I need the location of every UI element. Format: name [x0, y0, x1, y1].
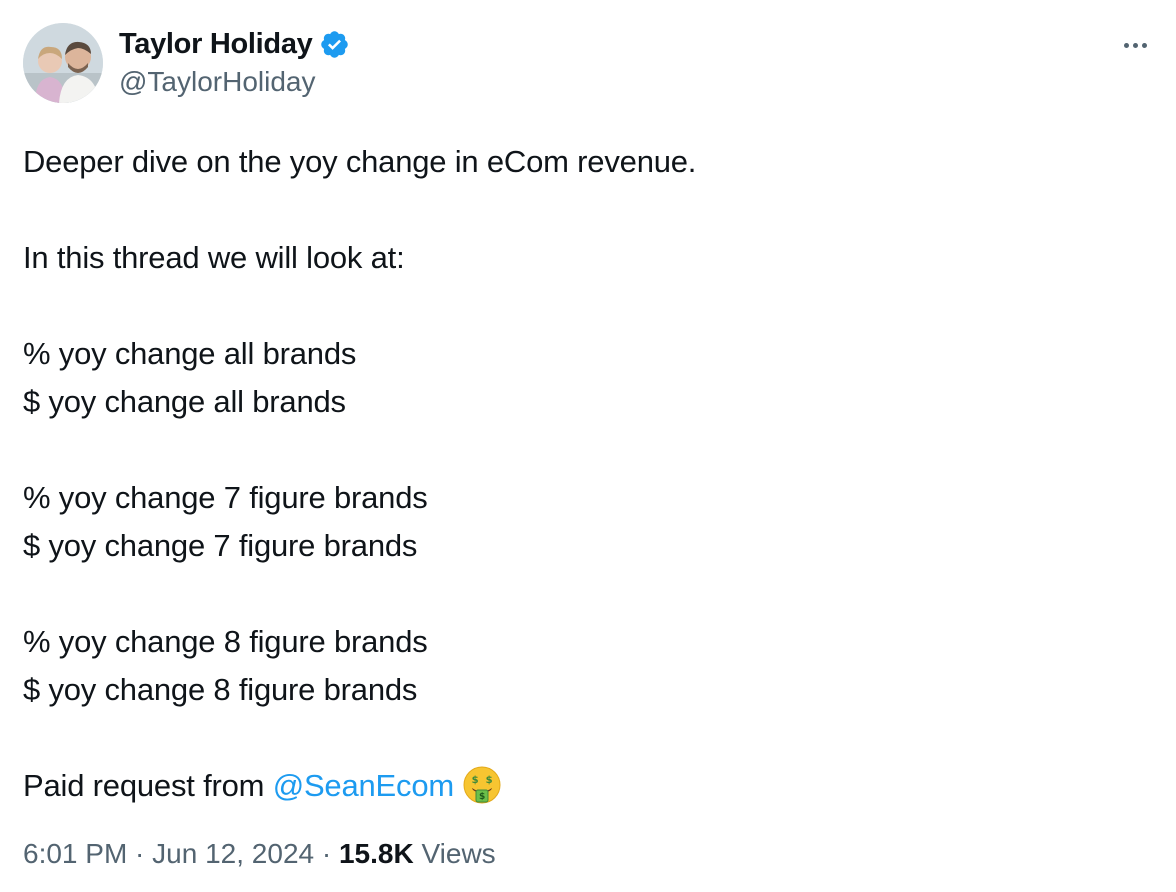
money-mouth-face-icon: $ $ $: [462, 765, 502, 805]
svg-text:$: $: [486, 775, 493, 786]
tweet-line: % yoy change 7 figure brands: [23, 480, 428, 515]
dot-icon: [1132, 42, 1138, 48]
tweet-meta: 6:01 PM · Jun 12, 2024 · 15.8K Views: [23, 838, 496, 870]
tweet-line: In this thread we will look at:: [23, 240, 405, 275]
views-label: Views: [413, 838, 496, 869]
tweet-text: Deeper dive on the yoy change in eCom re…: [23, 138, 1143, 810]
svg-text:$: $: [479, 792, 485, 802]
views-count[interactable]: 15.8K: [339, 838, 414, 869]
verified-badge-icon[interactable]: [319, 29, 350, 60]
author-avatar[interactable]: [23, 23, 103, 103]
tweet-line: $ yoy change 8 figure brands: [23, 672, 418, 707]
author-display-name[interactable]: Taylor Holiday: [119, 28, 313, 61]
tweet-line: Deeper dive on the yoy change in eCom re…: [23, 144, 697, 179]
request-prefix: Paid request from: [23, 768, 273, 803]
author-handle[interactable]: @TaylorHoliday: [119, 66, 316, 98]
tweet-card: Taylor Holiday @TaylorHoliday Deeper div…: [0, 0, 1176, 892]
tweet-date[interactable]: Jun 12, 2024: [152, 838, 314, 869]
meta-separator: ·: [314, 838, 339, 869]
tweet-line: $ yoy change 7 figure brands: [23, 528, 418, 563]
more-options-icon[interactable]: [1115, 38, 1155, 52]
tweet-line: % yoy change 8 figure brands: [23, 624, 428, 659]
dot-icon: [1123, 42, 1129, 48]
dot-icon: [1141, 42, 1147, 48]
tweet-line: % yoy change all brands: [23, 336, 357, 371]
avatar-photo-icon: [23, 23, 103, 103]
mention-link[interactable]: @SeanEcom: [273, 768, 455, 803]
author-name-row: Taylor Holiday: [119, 26, 350, 62]
tweet-line: $ yoy change all brands: [23, 384, 346, 419]
tweet-line-request: Paid request from @SeanEcom $ $ $: [23, 762, 1143, 810]
meta-separator: ·: [127, 838, 153, 869]
tweet-time[interactable]: 6:01 PM: [23, 838, 127, 869]
svg-text:$: $: [472, 775, 479, 786]
